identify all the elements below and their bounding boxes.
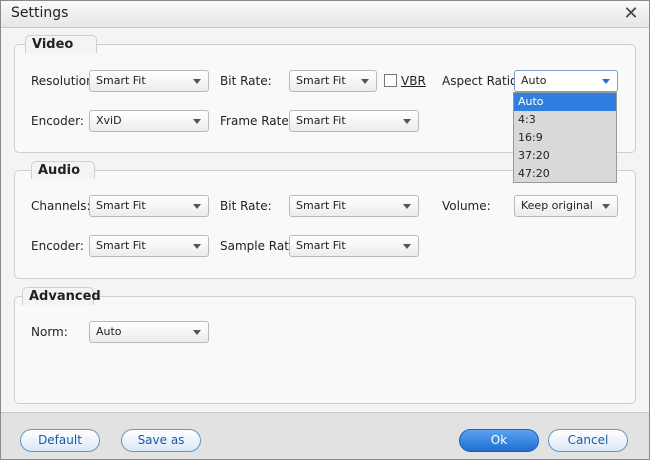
aspect-option-4-3[interactable]: 4:3	[514, 111, 616, 129]
video-bitrate-value: Smart Fit	[296, 74, 346, 87]
aspect-option-16-9[interactable]: 16:9	[514, 129, 616, 147]
settings-content: Video Resolution: Smart Fit Bit Rate: Sm…	[1, 28, 649, 412]
audio-bitrate-select[interactable]: Smart Fit	[289, 195, 419, 217]
aspect-ratio-label: Aspect Ratio:	[442, 74, 522, 88]
resolution-select[interactable]: Smart Fit	[89, 70, 209, 92]
chevron-down-icon	[193, 79, 201, 84]
volume-label: Volume:	[442, 199, 491, 213]
advanced-group	[14, 296, 636, 404]
chevron-down-icon	[403, 244, 411, 249]
default-button[interactable]: Default	[20, 429, 100, 452]
audio-encoder-value: Smart Fit	[96, 239, 146, 252]
video-bitrate-select[interactable]: Smart Fit	[289, 70, 377, 92]
audio-bitrate-label: Bit Rate:	[220, 199, 272, 213]
norm-value: Auto	[96, 325, 122, 338]
sample-rate-value: Smart Fit	[296, 239, 346, 252]
audio-bitrate-value: Smart Fit	[296, 199, 346, 212]
vbr-checkbox[interactable]	[384, 74, 397, 87]
norm-label: Norm:	[31, 325, 68, 339]
aspect-option-auto[interactable]: Auto	[514, 93, 616, 111]
advanced-group-title: Advanced	[22, 287, 101, 305]
resolution-value: Smart Fit	[96, 74, 146, 87]
chevron-down-icon	[193, 244, 201, 249]
audio-encoder-select[interactable]: Smart Fit	[89, 235, 209, 257]
aspect-ratio-select[interactable]: Auto	[514, 70, 618, 92]
frame-rate-value: Smart Fit	[296, 114, 346, 127]
save-as-button[interactable]: Save as	[121, 429, 201, 452]
audio-encoder-label: Encoder:	[31, 239, 84, 253]
aspect-option-47-20[interactable]: 47:20	[514, 165, 616, 183]
frame-rate-select[interactable]: Smart Fit	[289, 110, 419, 132]
title-bar: Settings ✕	[1, 1, 649, 28]
chevron-down-icon	[193, 204, 201, 209]
audio-group	[14, 170, 636, 279]
volume-value: Keep original	[521, 199, 593, 212]
video-encoder-value: XviD	[96, 114, 122, 127]
aspect-option-37-20[interactable]: 37:20	[514, 147, 616, 165]
video-encoder-label: Encoder:	[31, 114, 84, 128]
cancel-button[interactable]: Cancel	[548, 429, 628, 452]
chevron-down-icon	[403, 204, 411, 209]
aspect-ratio-dropdown: Auto 4:3 16:9 37:20 47:20	[513, 92, 617, 183]
sample-rate-select[interactable]: Smart Fit	[289, 235, 419, 257]
volume-select[interactable]: Keep original	[514, 195, 618, 217]
chevron-down-icon	[602, 79, 610, 84]
settings-window: Settings ✕ Video Resolution: Smart Fit B…	[0, 0, 650, 460]
video-group-title: Video	[25, 35, 97, 53]
channels-select[interactable]: Smart Fit	[89, 195, 209, 217]
chevron-down-icon	[193, 330, 201, 335]
chevron-down-icon	[403, 119, 411, 124]
channels-value: Smart Fit	[96, 199, 146, 212]
window-title: Settings	[11, 5, 69, 21]
ok-button[interactable]: Ok	[459, 429, 539, 452]
vbr-label[interactable]: VBR	[401, 74, 426, 88]
button-bar: Default Save as Ok Cancel	[1, 412, 649, 459]
channels-label: Channels:	[31, 199, 91, 213]
video-encoder-select[interactable]: XviD	[89, 110, 209, 132]
chevron-down-icon	[361, 79, 369, 84]
close-icon[interactable]: ✕	[621, 4, 641, 24]
audio-group-title: Audio	[31, 161, 95, 179]
aspect-ratio-value: Auto	[521, 74, 547, 87]
norm-select[interactable]: Auto	[89, 321, 209, 343]
chevron-down-icon	[193, 119, 201, 124]
frame-rate-label: Frame Rate:	[220, 114, 293, 128]
chevron-down-icon	[602, 204, 610, 209]
video-bitrate-label: Bit Rate:	[220, 74, 272, 88]
resolution-label: Resolution:	[31, 74, 98, 88]
